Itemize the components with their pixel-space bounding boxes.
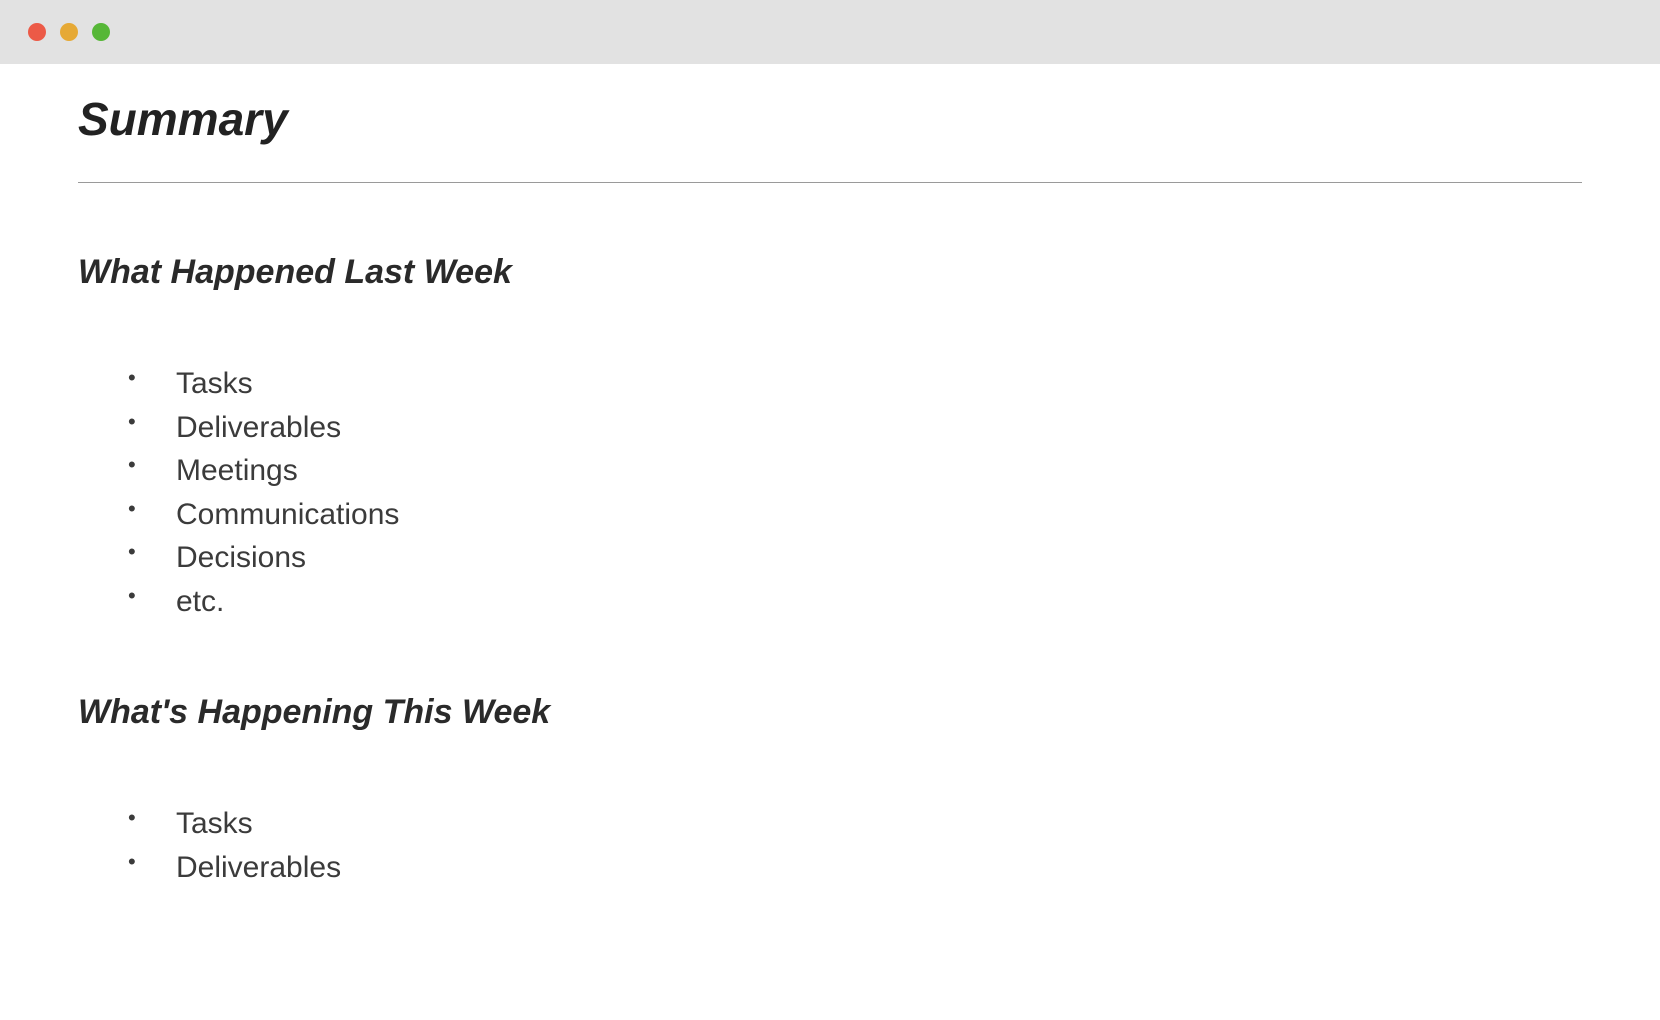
list-item: Communications	[128, 493, 1582, 537]
list-item: Tasks	[128, 802, 1582, 846]
section-heading-last-week: What Happened Last Week	[78, 253, 1582, 292]
list-item: Meetings	[128, 449, 1582, 493]
window-titlebar	[0, 0, 1660, 64]
list-item: etc.	[128, 580, 1582, 624]
page-title: Summary	[78, 92, 1582, 146]
list-item: Deliverables	[128, 406, 1582, 450]
minimize-icon[interactable]	[60, 23, 78, 41]
bullet-list-this-week: Tasks Deliverables	[78, 802, 1582, 889]
list-item: Decisions	[128, 536, 1582, 580]
document-content: Summary What Happened Last Week Tasks De…	[0, 64, 1660, 889]
list-item: Tasks	[128, 362, 1582, 406]
close-icon[interactable]	[28, 23, 46, 41]
section-heading-this-week: What's Happening This Week	[78, 693, 1582, 732]
list-item: Deliverables	[128, 846, 1582, 890]
divider	[78, 182, 1582, 183]
maximize-icon[interactable]	[92, 23, 110, 41]
bullet-list-last-week: Tasks Deliverables Meetings Communicatio…	[78, 362, 1582, 623]
